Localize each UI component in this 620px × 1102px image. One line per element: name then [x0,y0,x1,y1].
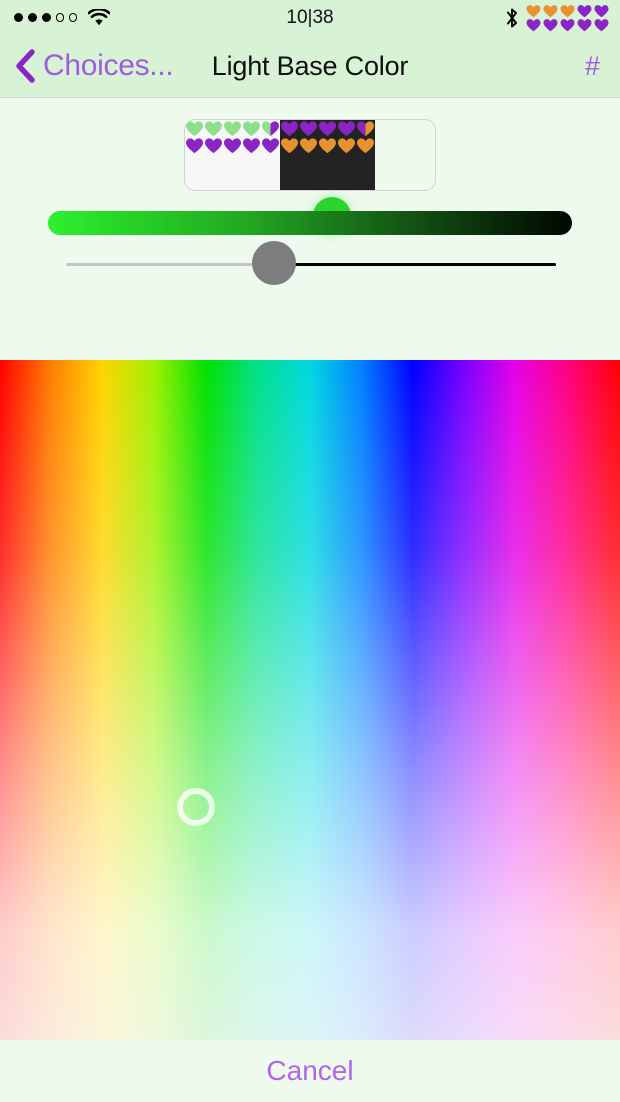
battery-heart [525,18,542,32]
battery-heart [559,4,576,18]
battery-heart [542,18,559,32]
preview-heart [185,137,204,154]
battery-heart [576,4,593,18]
preview-heart [242,120,261,137]
preview-heart [318,137,337,154]
color-picker-field[interactable] [0,360,620,1040]
preview-heart-split [356,120,375,137]
heart-grid-dark [280,120,375,154]
battery-heart [525,4,542,18]
hex-value-button[interactable]: # [585,35,600,97]
preview-heart [242,137,261,154]
preview-heart [356,137,375,154]
appearance-preview-toggle[interactable] [185,120,435,190]
preview-heart [261,137,280,154]
battery-heart [576,18,593,32]
phone-screen: 10|38 Choices... Light Base Color # Canc… [0,0,620,1102]
bluetooth-icon [505,7,519,29]
brightness-track-filled [66,263,274,266]
brightness-track-empty [274,263,556,266]
cancel-button[interactable]: Cancel [266,1055,353,1087]
lightness-gradient-layer [0,360,620,1040]
heart-grid-light [185,120,280,154]
preview-heart [280,120,299,137]
battery-heart [559,18,576,32]
page-title: Light Base Color [211,51,409,81]
color-selector-ring[interactable] [177,788,215,826]
preview-heart [299,137,318,154]
status-bar: 10|38 [0,0,620,35]
appearance-preview-dark[interactable] [280,120,375,190]
battery-heart [542,4,559,18]
appearance-preview-light[interactable] [185,120,280,190]
preview-heart [223,137,242,154]
shade-bar-slider[interactable] [0,200,620,250]
preview-heart [299,120,318,137]
preview-heart [185,120,204,137]
preview-heart [337,120,356,137]
battery-heart [593,18,610,32]
navigation-bar: Choices... Light Base Color # [0,35,620,98]
preview-heart [204,137,223,154]
footer-bar: Cancel [0,1040,620,1102]
preview-heart [223,120,242,137]
preview-heart [337,137,356,154]
status-bar-right [505,0,610,35]
preview-heart [280,137,299,154]
preview-heart-split [261,120,280,137]
shade-bar-track [48,211,572,235]
battery-heart-indicator [525,4,610,32]
preview-heart [204,120,223,137]
battery-heart [593,4,610,18]
preview-heart [318,120,337,137]
